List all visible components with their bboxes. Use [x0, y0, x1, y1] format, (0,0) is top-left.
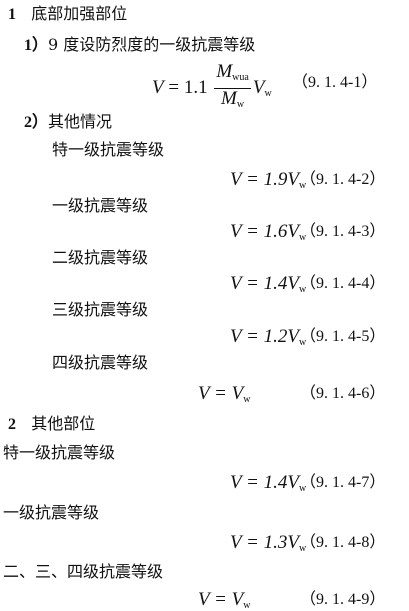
eq-v-sub: w — [264, 87, 272, 99]
subsection-2-heading: 2）其他情况 — [24, 112, 112, 133]
equation-9-1-4-4: V = 1.4Vw — [230, 274, 306, 300]
numerator: M — [216, 61, 233, 82]
eq-text: V = 1.4V — [230, 273, 299, 294]
denominator-sub: w — [236, 99, 245, 110]
eq-text: V = 1.6V — [230, 221, 299, 242]
eq-coef: = 1.1 — [163, 76, 213, 98]
label-grade-2: 二级抗震等级 — [52, 248, 149, 267]
section-2-heading: 2 其他部位 — [8, 414, 95, 435]
section-title: 底部加强部位 — [31, 4, 128, 23]
eq-lhs: V — [152, 76, 164, 98]
fraction: Mwua Mw — [214, 62, 251, 115]
equation-number: （9. 1. 4-1） — [292, 74, 378, 91]
equation-9-1-4-3: V = 1.6Vw — [230, 222, 306, 248]
equation-9-1-4-5: V = 1.2Vw — [230, 327, 306, 353]
eq-text: V = 1.2V — [230, 326, 299, 347]
equation-number: （9. 1. 4-2） — [300, 171, 386, 188]
denominator: M — [221, 88, 237, 109]
equation-9-1-4-1: V = 1.1 Mwua Mw Vw — [152, 62, 272, 115]
section-title: 其他部位 — [31, 414, 96, 433]
label-grade-1: 一级抗震等级 — [3, 503, 100, 522]
section-1-heading: 1 底部加强部位 — [8, 4, 127, 25]
equation-9-1-4-8: V = 1.3Vw — [230, 533, 306, 559]
equation-number: （9. 1. 4-3） — [300, 223, 386, 240]
numerator-sub: wua — [232, 72, 249, 83]
subsection-number: 2） — [24, 114, 49, 131]
eq-text: V = 1.4V — [230, 472, 299, 493]
equation-number: （9. 1. 4-7） — [300, 474, 386, 491]
equation-number: （9. 1. 4-5） — [300, 328, 386, 345]
label-grade-special: 特一级抗震等级 — [3, 443, 116, 462]
eq-text: V = 1.3V — [230, 532, 299, 553]
equation-9-1-4-7: V = 1.4Vw — [230, 473, 306, 499]
document-page: 1 底部加强部位 1）9 度设防烈度的一级抗震等级 V = 1.1 Mwua Mw… — [0, 0, 409, 611]
eq-v: V — [252, 76, 265, 98]
equation-number: （9. 1. 4-4） — [300, 275, 386, 292]
equation-9-1-4-9: V = Vw — [198, 590, 250, 611]
label-grade-2-3-4: 二、三、四级抗震等级 — [3, 562, 164, 581]
equation-9-1-4-2: V = 1.9Vw — [230, 170, 306, 196]
section-number: 1 — [8, 6, 16, 23]
label-grade-special: 特一级抗震等级 — [52, 140, 165, 159]
eq-text: V = V — [198, 589, 244, 610]
label-grade-3: 三级抗震等级 — [52, 300, 149, 319]
equation-number: （9. 1. 4-9） — [300, 591, 386, 608]
equation-9-1-4-6: V = Vw — [198, 384, 250, 410]
subsection-title: 9 度设防烈度的一级抗震等级 — [48, 35, 256, 54]
eq-text: V = V — [198, 383, 244, 404]
eq-text: V = 1.9V — [230, 169, 299, 190]
subsection-number: 1） — [24, 37, 49, 54]
equation-number: （9. 1. 4-8） — [300, 534, 386, 551]
subsection-title: 其他情况 — [48, 112, 113, 131]
subsection-1-heading: 1）9 度设防烈度的一级抗震等级 — [24, 35, 255, 56]
label-grade-1: 一级抗震等级 — [52, 196, 149, 215]
section-number: 2 — [8, 416, 16, 433]
equation-number: （9. 1. 4-6） — [300, 385, 386, 402]
eq-sub: w — [243, 600, 251, 611]
eq-sub: w — [243, 394, 251, 405]
label-grade-4: 四级抗震等级 — [52, 353, 149, 372]
